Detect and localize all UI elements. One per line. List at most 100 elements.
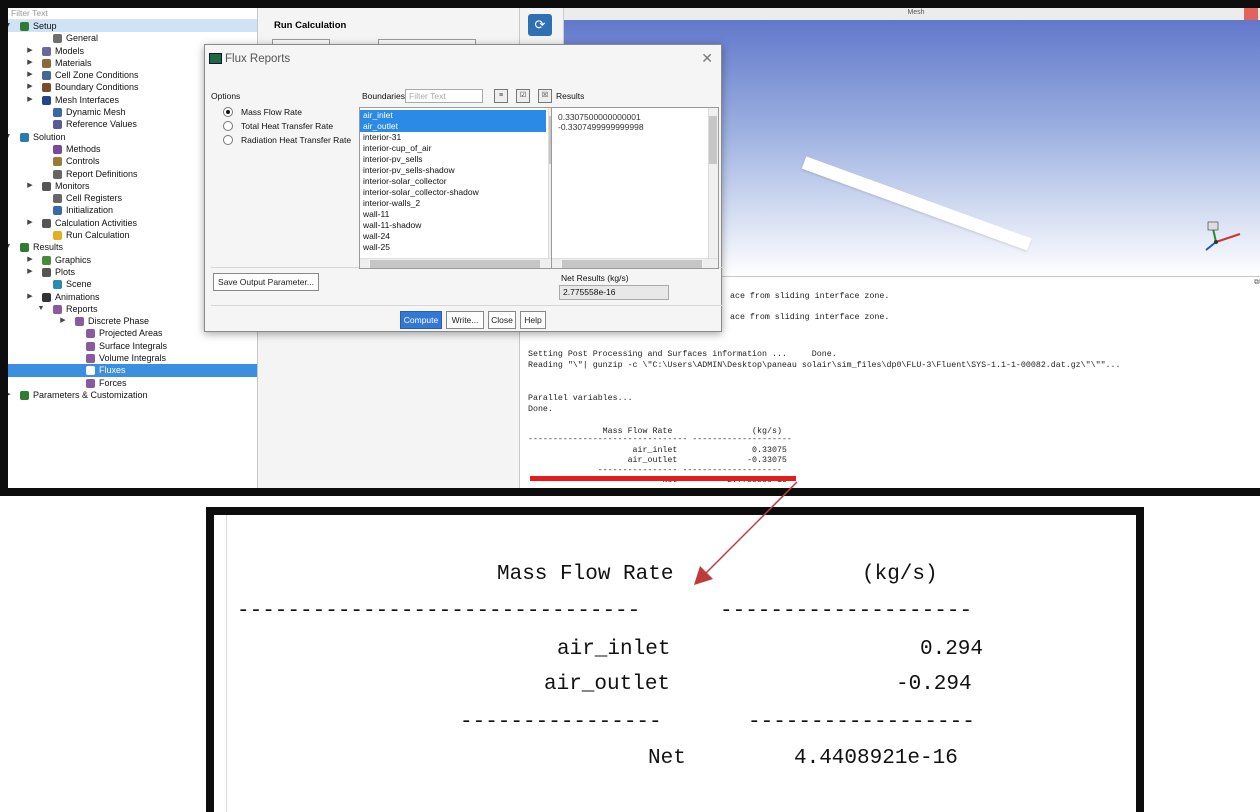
chevron-right-icon[interactable]: ▶ [26,180,34,192]
result-value: -0.3307499999999998 [558,122,644,132]
boundary-item[interactable]: interior-solar_collector-shadow [360,187,546,198]
tree-item-label: Controls [66,156,100,167]
chevron-right-icon[interactable]: ▶ [26,57,34,69]
tree-item[interactable]: Volume Integrals [8,352,257,364]
solar-panel-mesh [801,156,1032,251]
dialog-close-icon[interactable]: ✕ [701,50,713,67]
chevron-right-icon[interactable]: ▶ [26,69,34,81]
help-button[interactable]: Help [520,311,546,329]
tree-node-icon [42,46,51,56]
deselect-all-icon[interactable]: ☒ [538,89,552,103]
console-line: Parallel variables... [528,394,633,403]
zoom-header-unit: (kg/s) [862,563,938,586]
tree-item-label: Run Calculation [66,230,130,241]
boundary-item[interactable]: interior-31 [360,132,546,143]
tree-filter-input[interactable]: Filter Text [8,8,257,20]
tree-item[interactable]: General [8,32,257,44]
tree-node-icon [86,366,95,376]
results-hscroll[interactable] [552,258,718,268]
tree-item[interactable]: Forces [8,377,257,389]
tree-node-icon [53,120,62,130]
select-all-icon[interactable]: ≡ [494,89,508,103]
tree-item-label: Results [33,242,64,253]
boundaries-filter-input[interactable]: Filter Text [405,89,483,103]
tree-item[interactable]: ▼ Setup [8,20,257,33]
chevron-down-icon[interactable]: ▼ [37,303,45,315]
select-checked-icon[interactable]: ☑ [516,89,530,103]
tree-node-icon [42,181,51,191]
console-view-icons[interactable]: ⧉⧉ [1254,279,1260,287]
tree-node-icon [53,108,62,118]
write-button[interactable]: Write... [446,311,484,329]
radio-mass-flow-rate[interactable] [223,107,233,117]
zoom-row-value: -0.294 [896,673,972,696]
radio-radiation-heat-transfer-rate[interactable] [223,135,233,145]
boundary-item[interactable]: interior-walls_2 [360,198,546,209]
tree-node-icon [20,132,29,142]
boundary-item[interactable]: air_inlet [360,110,546,121]
chevron-down-icon[interactable]: ▼ [8,131,12,143]
boundary-item[interactable]: wall-24 [360,231,546,242]
zoom-row-name: air_outlet [544,673,671,696]
radio-total-heat-transfer-rate[interactable] [223,121,233,131]
rotate-view-icon[interactable]: ⟳ [528,14,552,36]
tree-node-icon [53,304,62,314]
chevron-right-icon[interactable]: ▶ [26,217,34,229]
boundary-item[interactable]: interior-pv_sells [360,154,546,165]
net-results-label: Net Results (kg/s) [561,273,629,283]
close-button[interactable]: Close [488,311,516,329]
boundary-item[interactable]: interior-cup_of_air [360,143,546,154]
tree-item-label: Animations [55,291,100,302]
tree-item-label: Forces [99,377,127,388]
graphics-close-icon[interactable] [1244,8,1258,20]
boundary-item[interactable]: wall-25 [360,242,546,253]
chevron-down-icon[interactable]: ▼ [8,241,12,253]
tree-item-label: Parameters & Customization [33,389,148,400]
tree-item[interactable]: Surface Integrals [8,340,257,352]
chevron-right-icon[interactable]: ▶ [26,81,34,93]
chevron-right-icon[interactable]: ▶ [26,254,34,266]
dialog-title: Flux Reports [225,53,291,65]
option-label[interactable]: Total Heat Transfer Rate [241,121,333,131]
tree-item[interactable]: ▶ Parameters & Customization [8,389,257,401]
tree-node-icon [53,34,62,44]
zoom-row-name: air_inlet [557,638,671,661]
tree-item-label: Reference Values [66,119,137,130]
option-label[interactable]: Mass Flow Rate [241,107,302,117]
compute-button[interactable]: Compute [400,311,442,329]
tree-item-label: Boundary Conditions [55,82,139,93]
save-output-parameter-button[interactable]: Save Output Parameter... [213,273,319,291]
boundary-item[interactable]: wall-11 [360,209,546,220]
boundary-item[interactable]: interior-solar_collector [360,176,546,187]
zoom-header-label: Mass Flow Rate [497,563,674,586]
tree-node-icon [53,169,62,179]
boundaries-list[interactable]: air_inlet air_outlet interior-31 interior-c… [359,107,559,269]
chevron-right-icon[interactable]: ▶ [8,389,12,401]
boundary-item[interactable]: interior-pv_sells-shadow [360,165,546,176]
boundaries-hscroll[interactable] [360,258,558,268]
tree-item-label: Materials [55,57,92,68]
tree-item-label: Models [55,45,85,56]
chevron-right-icon[interactable]: ▶ [59,315,67,327]
tree-item[interactable]: Fluxes [8,364,257,377]
chevron-right-icon[interactable]: ▶ [26,266,34,278]
console-line: Setting Post Processing and Surfaces inf… [528,350,837,359]
option-label[interactable]: Radiation Heat Transfer Rate [241,135,351,145]
flux-reports-dialog: Flux Reports ✕ Options Mass Flow Rate To… [204,44,723,332]
fluent-app-icon [209,53,222,64]
boundary-item[interactable]: air_outlet [360,121,546,132]
results-label: Results [556,91,585,101]
zoom-divider-right: -------------------- [720,600,973,623]
axis-triad-icon [1205,221,1241,251]
chevron-right-icon[interactable]: ▶ [26,291,34,303]
run-calculation-title: Run Calculation [274,20,347,31]
tree-node-icon [20,390,29,400]
results-vscroll[interactable] [708,108,718,258]
tree-item-label: Solution [33,131,66,142]
chevron-right-icon[interactable]: ▶ [26,45,34,57]
boundary-item[interactable]: wall-11-shadow [360,220,546,231]
tree-node-icon [86,354,95,364]
net-results-field: 2.775558e-16 [559,285,669,300]
chevron-down-icon[interactable]: ▼ [8,20,12,32]
chevron-right-icon[interactable]: ▶ [26,94,34,106]
